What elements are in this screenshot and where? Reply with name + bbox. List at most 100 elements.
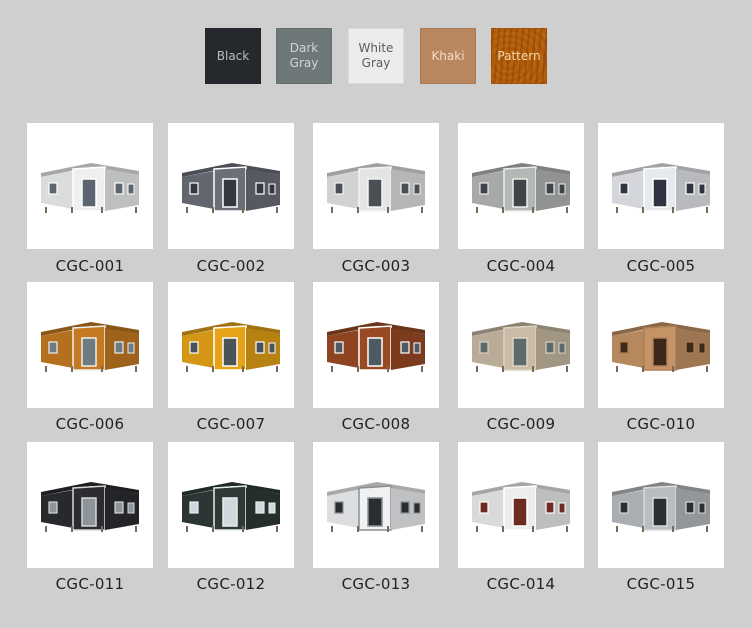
leg-icon [45,366,47,372]
expandable-container-house-wood-orange-image [41,322,139,372]
leg-icon [71,366,73,372]
leg-icon [387,207,389,213]
product-card-cgc-008[interactable] [313,282,439,408]
color-swatch-black[interactable]: Black [205,28,261,84]
window-icon [400,182,410,195]
product-card-cgc-006[interactable] [27,282,153,408]
product-card-cgc-014[interactable] [458,442,584,568]
leg-icon [532,366,534,372]
window-icon [189,182,199,195]
leg-icon [566,366,568,372]
product-card-cgc-009[interactable] [458,282,584,408]
product-card-cgc-001[interactable] [27,123,153,249]
window-icon [334,341,344,354]
window-icon [114,341,124,354]
window-icon [114,501,124,514]
window-icon [619,182,629,195]
product-card-cgc-003[interactable] [313,123,439,249]
window-icon [400,501,410,514]
leg-icon [242,207,244,213]
window-icon [685,182,695,195]
leg-icon [387,526,389,532]
leg-icon [616,526,618,532]
swatch-label: Black [216,48,250,63]
door-icon [367,337,383,367]
product-card-cgc-011[interactable] [27,442,153,568]
window-icon [619,501,629,514]
swatch-label: Pattern [497,48,541,63]
expandable-container-house-black-with-stairs-image [41,482,139,532]
product-card-cgc-005[interactable] [598,123,724,249]
door-icon [367,178,383,208]
door-icon [222,497,238,527]
swatch-label-line2: Gray [361,56,391,70]
leg-icon [357,207,359,213]
leg-icon [566,207,568,213]
window-icon [268,183,276,195]
leg-icon [101,526,103,532]
house-illustration [472,163,570,213]
door-icon [652,337,668,367]
leg-icon [101,366,103,372]
color-swatch-pattern[interactable]: Pattern [491,28,547,84]
window-icon [558,342,566,354]
window-icon [479,182,489,195]
expandable-container-house-white-with-stairs-image [327,482,425,532]
product-card-cgc-004[interactable] [458,123,584,249]
expandable-container-house-light-gray-image [327,163,425,213]
leg-icon [276,526,278,532]
expandable-container-house-brown-wood-image [327,322,425,372]
expandable-container-house-beige-image [472,322,570,372]
leg-icon [672,526,674,532]
product-card-cgc-013[interactable] [313,442,439,568]
swatch-label: Khaki [431,48,465,63]
house-illustration [327,163,425,213]
window-icon [255,182,265,195]
window-icon [685,501,695,514]
window-icon [127,502,135,514]
door-icon [81,178,97,208]
leg-icon [186,526,188,532]
product-code-label: CGC-001 [55,257,125,275]
color-swatch-white-gray[interactable]: White Gray [348,28,404,84]
expandable-container-house-open-interior-image [472,482,570,532]
expandable-container-house-dark-green-image [182,482,280,532]
leg-icon [101,207,103,213]
leg-icon [706,526,708,532]
window-icon [114,182,124,195]
leg-icon [387,366,389,372]
leg-icon [212,366,214,372]
house-illustration [327,322,425,372]
window-icon [334,182,344,195]
leg-icon [331,366,333,372]
leg-icon [476,526,478,532]
house-illustration [182,482,280,532]
product-card-cgc-002[interactable] [168,123,294,249]
expandable-container-house-khaki-image [612,322,710,372]
product-card-cgc-007[interactable] [168,282,294,408]
expandable-container-house-white-image [41,163,139,213]
window-icon [268,342,276,354]
expandable-container-house-white-blue-image [612,163,710,213]
window-icon [268,502,276,514]
window-icon [545,341,555,354]
product-card-cgc-012[interactable] [168,442,294,568]
window-icon [48,341,58,354]
product-code-label: CGC-013 [341,575,411,593]
window-icon [48,182,58,195]
window-icon [558,502,566,514]
color-swatch-dark-gray[interactable]: Dark Gray [276,28,332,84]
house-illustration [472,322,570,372]
window-icon [255,341,265,354]
door-icon [222,337,238,367]
door-icon [367,497,383,527]
expandable-container-house-yellow-wood-image [182,322,280,372]
leg-icon [421,366,423,372]
window-icon [558,183,566,195]
leg-icon [135,526,137,532]
window-icon [127,342,135,354]
house-illustration [182,163,280,213]
color-swatch-khaki[interactable]: Khaki [420,28,476,84]
product-card-cgc-015[interactable] [598,442,724,568]
product-card-cgc-010[interactable] [598,282,724,408]
